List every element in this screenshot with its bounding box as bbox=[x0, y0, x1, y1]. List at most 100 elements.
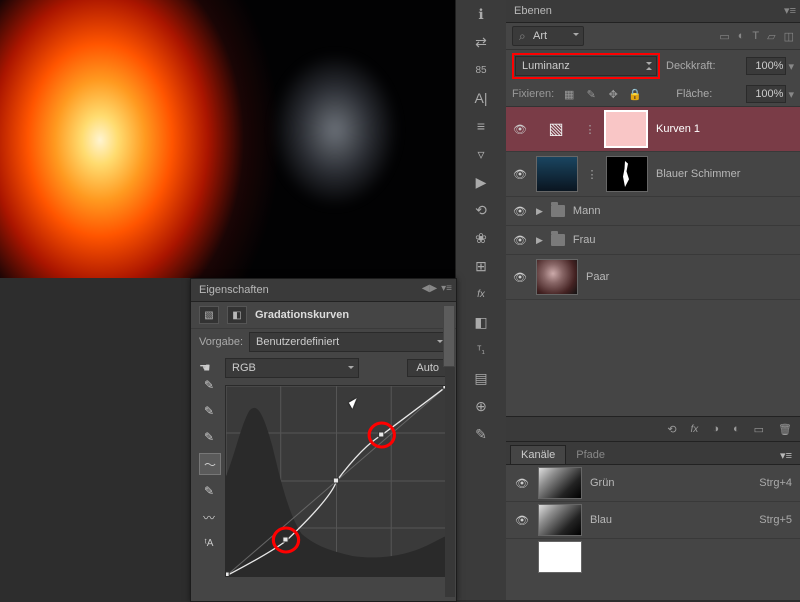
lock-all-icon[interactable]: 🔒 bbox=[628, 87, 642, 101]
folder-icon bbox=[551, 234, 565, 246]
layers-panel-header: Ebenen ▾≡ bbox=[506, 0, 800, 23]
brush-icon[interactable]: ✎ bbox=[456, 420, 506, 448]
lock-transparency-icon[interactable]: ▦ bbox=[562, 87, 576, 101]
curves-graph[interactable] bbox=[225, 385, 448, 577]
lock-row: Fixieren: ▦ ✎ ✥ 🔒 Fläche: ▾ bbox=[506, 82, 800, 107]
folder-icon bbox=[551, 205, 565, 217]
properties-title: Eigenschaften bbox=[199, 284, 269, 296]
layer-row-blauer[interactable]: 👁 ⋮ Blauer Schimmer bbox=[506, 152, 800, 197]
layer-mask-thumb[interactable] bbox=[606, 156, 648, 192]
blend-mode-row: Luminanz Deckkraft: ▾ bbox=[506, 50, 800, 82]
preset-dropdown[interactable]: Benutzerdefiniert bbox=[249, 332, 448, 352]
channel-row-blue[interactable]: 👁 Blau Strg+5 bbox=[506, 502, 800, 539]
preset-label: Vorgabe: bbox=[199, 336, 243, 348]
adjust-icon[interactable]: ◧ bbox=[456, 308, 506, 336]
fx-icon[interactable]: fx bbox=[456, 280, 506, 308]
filter-pixel-icon[interactable]: ▭ bbox=[719, 30, 729, 43]
info-icon[interactable]: ℹ bbox=[456, 0, 506, 28]
visibility-icon[interactable]: 👁 bbox=[512, 271, 528, 284]
options-icon[interactable]: ᵗA bbox=[199, 533, 219, 553]
channel-row-extra[interactable] bbox=[506, 539, 800, 575]
swap-icon[interactable]: ⇄ bbox=[456, 28, 506, 56]
channels-panel: Kanäle Pfade ▾≡ 👁 Grün Strg+4 👁 Blau Str… bbox=[506, 442, 800, 600]
dropdown-icon[interactable]: ▿ bbox=[456, 140, 506, 168]
visibility-icon[interactable]: 👁 bbox=[514, 477, 530, 490]
link-layers-icon[interactable]: ⟲ bbox=[667, 423, 676, 436]
expand-icon[interactable]: ▶ bbox=[536, 235, 543, 246]
mask-mode-icon[interactable]: ◧ bbox=[227, 306, 247, 324]
panel-menu-icon[interactable]: ▾≡ bbox=[441, 283, 452, 294]
swatches-icon[interactable]: ❀ bbox=[456, 224, 506, 252]
layer-group-mann[interactable]: 👁 ▶ Mann bbox=[506, 197, 800, 226]
layer-row-paar[interactable]: 👁 Paar bbox=[506, 255, 800, 300]
visibility-icon[interactable]: 👁 bbox=[512, 205, 528, 218]
panel-menu-icon[interactable]: ▾≡ bbox=[776, 447, 796, 464]
tab-paths[interactable]: Pfade bbox=[566, 446, 615, 464]
collapse-icon[interactable]: ◀▶ bbox=[422, 283, 437, 294]
adjustment-icon[interactable]: ◐ bbox=[733, 423, 740, 435]
visibility-icon[interactable]: 👁 bbox=[512, 168, 528, 181]
curve-point-tool-icon[interactable]: 〜 bbox=[199, 453, 221, 475]
expand-icon[interactable]: ▶ bbox=[536, 206, 543, 217]
channel-thumb bbox=[538, 467, 582, 499]
layer-mask-thumb[interactable] bbox=[604, 110, 648, 148]
channel-name: Grün bbox=[590, 477, 614, 489]
layer-group-frau[interactable]: 👁 ▶ Frau bbox=[506, 226, 800, 255]
channel-row-green[interactable]: 👁 Grün Strg+4 bbox=[506, 465, 800, 502]
visibility-icon[interactable]: 👁 bbox=[512, 123, 528, 136]
eyedropper-white-icon[interactable]: ✎ bbox=[199, 427, 219, 447]
filter-smart-icon[interactable]: ◫ bbox=[784, 30, 794, 43]
mask-icon[interactable]: ◑ bbox=[712, 423, 719, 435]
visibility-icon[interactable]: 👁 bbox=[514, 514, 530, 527]
type-tool-icon[interactable]: ᵀ₁ bbox=[456, 336, 506, 364]
paragraph-icon[interactable]: ≡ bbox=[456, 112, 506, 140]
filter-type-icon[interactable]: T bbox=[752, 30, 759, 43]
filter-type-dropdown[interactable]: Art bbox=[512, 26, 584, 46]
layer-row-kurven1[interactable]: 👁 ▧ ⋮ Kurven 1 bbox=[506, 107, 800, 152]
channel-row: ☚ RGB Auto bbox=[191, 355, 456, 381]
blend-highlight-box: Luminanz bbox=[512, 53, 660, 79]
blend-mode-dropdown[interactable]: Luminanz bbox=[515, 56, 657, 76]
value-icon[interactable]: 85 bbox=[456, 56, 506, 84]
layer-name: Kurven 1 bbox=[656, 123, 700, 135]
fill-label: Fläche: bbox=[676, 88, 712, 100]
layers-icon[interactable]: ▤ bbox=[456, 364, 506, 392]
grid-icon[interactable]: ⊞ bbox=[456, 252, 506, 280]
tab-channels[interactable]: Kanäle bbox=[510, 445, 566, 464]
lock-label: Fixieren: bbox=[512, 88, 554, 100]
right-tool-strip: ℹ ⇄ 85 A| ≡ ▿ ▶ ⟲ ❀ ⊞ fx ◧ ᵀ₁ ▤ ⊕ ✎ bbox=[455, 0, 507, 600]
history-icon[interactable]: ⟲ bbox=[456, 196, 506, 224]
char-icon[interactable]: A| bbox=[456, 84, 506, 112]
document-canvas[interactable] bbox=[0, 0, 455, 278]
filter-adjust-icon[interactable]: ◐ bbox=[738, 30, 745, 43]
lock-pixels-icon[interactable]: ✎ bbox=[584, 87, 598, 101]
opacity-input[interactable] bbox=[746, 57, 786, 75]
visibility-icon[interactable]: 👁 bbox=[512, 234, 528, 247]
smooth-tool-icon[interactable]: 〰 bbox=[199, 507, 219, 527]
fx-icon[interactable]: fx bbox=[691, 424, 699, 435]
pencil-tool-icon[interactable]: ✎ bbox=[199, 481, 219, 501]
channel-thumb bbox=[538, 541, 582, 573]
add-icon[interactable]: ⊕ bbox=[456, 392, 506, 420]
eyedropper-black-icon[interactable]: ✎ bbox=[199, 375, 219, 395]
channel-dropdown[interactable]: RGB bbox=[225, 358, 359, 378]
panel-menu-icon[interactable]: ▾≡ bbox=[784, 4, 796, 17]
link-icon: ⋮ bbox=[586, 168, 598, 181]
curves-adj-icon: ▧ bbox=[199, 306, 219, 324]
filter-shape-icon[interactable]: ▱ bbox=[767, 30, 775, 43]
eyedropper-gray-icon[interactable]: ✎ bbox=[199, 401, 219, 421]
layers-panel: Ebenen ▾≡ Art ▭ ◐ T ▱ ◫ Luminanz Deckkra… bbox=[506, 0, 800, 600]
layer-thumb[interactable] bbox=[536, 259, 578, 295]
auto-button[interactable]: Auto bbox=[407, 359, 448, 377]
properties-panel: Eigenschaften ◀▶▾≡ ▧ ◧ Gradationskurven … bbox=[190, 278, 457, 602]
trash-icon[interactable]: 🗑 bbox=[778, 423, 792, 436]
scrollbar-thumb[interactable] bbox=[443, 305, 455, 367]
layer-name: Blauer Schimmer bbox=[656, 168, 740, 180]
fill-input[interactable] bbox=[746, 85, 786, 103]
group-icon[interactable]: ▭ bbox=[754, 423, 764, 436]
curves-left-tools: ✎ ✎ ✎ 〜 ✎ 〰 ᵗA bbox=[199, 375, 221, 553]
sampler-icon[interactable]: ☚ bbox=[199, 360, 217, 376]
play-icon[interactable]: ▶ bbox=[456, 168, 506, 196]
layer-thumb[interactable] bbox=[536, 156, 578, 192]
lock-position-icon[interactable]: ✥ bbox=[606, 87, 620, 101]
